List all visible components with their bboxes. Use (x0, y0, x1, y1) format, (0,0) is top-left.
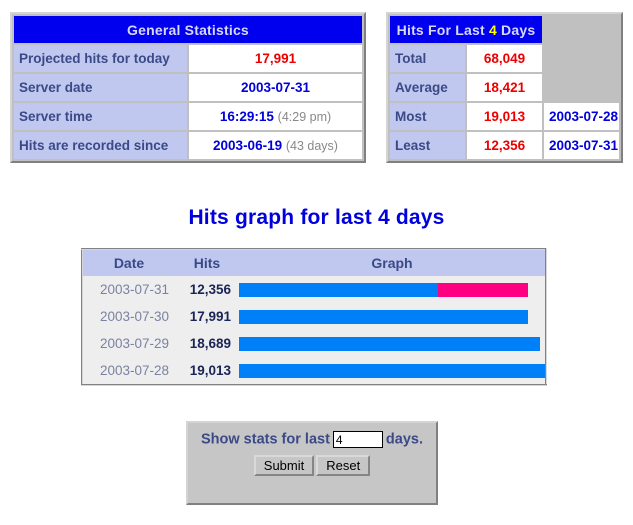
row-label-average: Average (390, 74, 465, 101)
average-hits-value: 18,421 (483, 80, 526, 95)
hits-last-days-title: Hits For Last 4 Days (390, 16, 542, 43)
table-row: Server time 16:29:15 (4:29 pm) (14, 103, 362, 130)
row-value-projected-hits: 17,991 (189, 45, 362, 72)
server-time-note: (4:29 pm) (277, 110, 332, 124)
row-value-recorded-since: 2003-06-19 (43 days) (189, 132, 362, 159)
server-date-value: 2003-07-31 (240, 80, 311, 95)
least-hits-value: 12,356 (483, 138, 526, 153)
graph-row-hits: 19,013 (175, 357, 239, 385)
row-label-server-time: Server time (14, 103, 187, 130)
most-hits-date: 2003-07-28 (549, 109, 619, 124)
bar-track (239, 336, 545, 351)
graph-row-bar-cell (239, 330, 546, 357)
table-row: Average 18,421 (390, 74, 619, 101)
recorded-since-value: 2003-06-19 (213, 138, 283, 153)
graph-row-bar-cell (239, 276, 546, 303)
table-row: Projected hits for today 17,991 (14, 45, 362, 72)
graph-row-bar-cell (239, 357, 546, 385)
bar-segment-projected (437, 282, 529, 297)
row-value-least: 12,356 (467, 132, 542, 159)
row-label-recorded-since: Hits are recorded since (14, 132, 187, 159)
graph-row-date: 2003-07-28 (82, 357, 175, 385)
table-row: Hits are recorded since 2003-06-19 (43 d… (14, 132, 362, 159)
graph-row-date: 2003-07-29 (82, 330, 175, 357)
row-label-projected-hits: Projected hits for today (14, 45, 187, 72)
stats-form-panel: Show stats for last days. SubmitReset (186, 421, 438, 505)
table-row: Total 68,049 (390, 45, 619, 72)
title-text-before: Hits For Last (396, 21, 485, 38)
table-row: Server date 2003-07-31 (14, 74, 362, 101)
least-hits-date: 2003-07-31 (549, 138, 619, 153)
hits-last-days-table: Hits For Last 4 Days Total 68,049 Averag… (386, 12, 623, 163)
column-header-date: Date (82, 249, 175, 276)
recorded-since-note: (43 days) (285, 139, 338, 153)
table-row: 2003-07-31 12,356 (82, 276, 546, 303)
bar-track (239, 282, 545, 297)
title-days-count: 4 (488, 21, 497, 38)
row-value-average: 18,421 (467, 74, 542, 101)
table-row: Most 19,013 2003-07-28 (390, 103, 619, 130)
row-value-most: 19,013 (467, 103, 542, 130)
row-label-most: Most (390, 103, 465, 130)
column-header-hits: Hits (175, 249, 239, 276)
row-value-server-date: 2003-07-31 (189, 74, 362, 101)
graph-body: 2003-07-31 12,356 2003-07-30 17,991 2003-07-… (82, 276, 546, 385)
row-date-most: 2003-07-28 (544, 103, 619, 130)
row-value-total: 68,049 (467, 45, 542, 72)
days-input[interactable] (332, 431, 383, 448)
graph-heading: Hits graph for last 4 days (188, 206, 445, 229)
projected-hits-value: 17,991 (254, 51, 297, 66)
table-row: Least 12,356 2003-07-31 (390, 132, 619, 159)
table-row: 2003-07-29 18,689 (82, 330, 546, 357)
bar-segment-actual (239, 336, 540, 351)
title-text-after: Days (501, 21, 536, 38)
row-label-least: Least (390, 132, 465, 159)
row-label-total: Total (390, 45, 465, 72)
graph-header-row: Date Hits Graph (82, 249, 546, 276)
server-time-value: 16:29:15 (219, 109, 274, 124)
row-date-least: 2003-07-31 (544, 132, 619, 159)
graph-row-date: 2003-07-30 (82, 303, 175, 330)
graph-row-hits: 12,356 (175, 276, 239, 303)
submit-button[interactable]: Submit (253, 455, 315, 476)
table-row: 2003-07-30 17,991 (82, 303, 546, 330)
row-value-server-time: 16:29:15 (4:29 pm) (189, 103, 362, 130)
graph-row-hits: 17,991 (175, 303, 239, 330)
graph-row-bar-cell (239, 303, 546, 330)
hits-graph-table: Date Hits Graph 2003-07-31 12,356 2003-07-… (81, 248, 547, 386)
general-statistics-table: General Statistics Projected hits for to… (10, 12, 366, 163)
general-statistics-title: General Statistics (14, 16, 362, 43)
form-buttons: Submit Reset (188, 448, 436, 476)
bar-segment-actual (239, 282, 438, 297)
row-label-server-date: Server date (14, 74, 187, 101)
bar-track (239, 363, 545, 378)
bar-segment-actual (239, 309, 529, 324)
graph-row-hits: 18,689 (175, 330, 239, 357)
table-title-row: General Statistics (14, 16, 362, 43)
reset-button[interactable]: Reset (316, 455, 371, 476)
graph-row-date: 2003-07-31 (82, 276, 175, 303)
form-label-after: days. (385, 431, 423, 448)
table-title-row: Hits For Last 4 Days (390, 16, 619, 43)
stats-form-line: Show stats for last days. (188, 423, 436, 448)
bar-track (239, 309, 545, 324)
column-header-graph: Graph (239, 249, 546, 276)
form-label-before: Show stats for last (200, 431, 330, 448)
total-hits-value: 68,049 (483, 51, 526, 66)
most-hits-value: 19,013 (483, 109, 526, 124)
table-row: 2003-07-28 19,013 (82, 357, 546, 385)
bar-segment-actual (239, 363, 545, 378)
